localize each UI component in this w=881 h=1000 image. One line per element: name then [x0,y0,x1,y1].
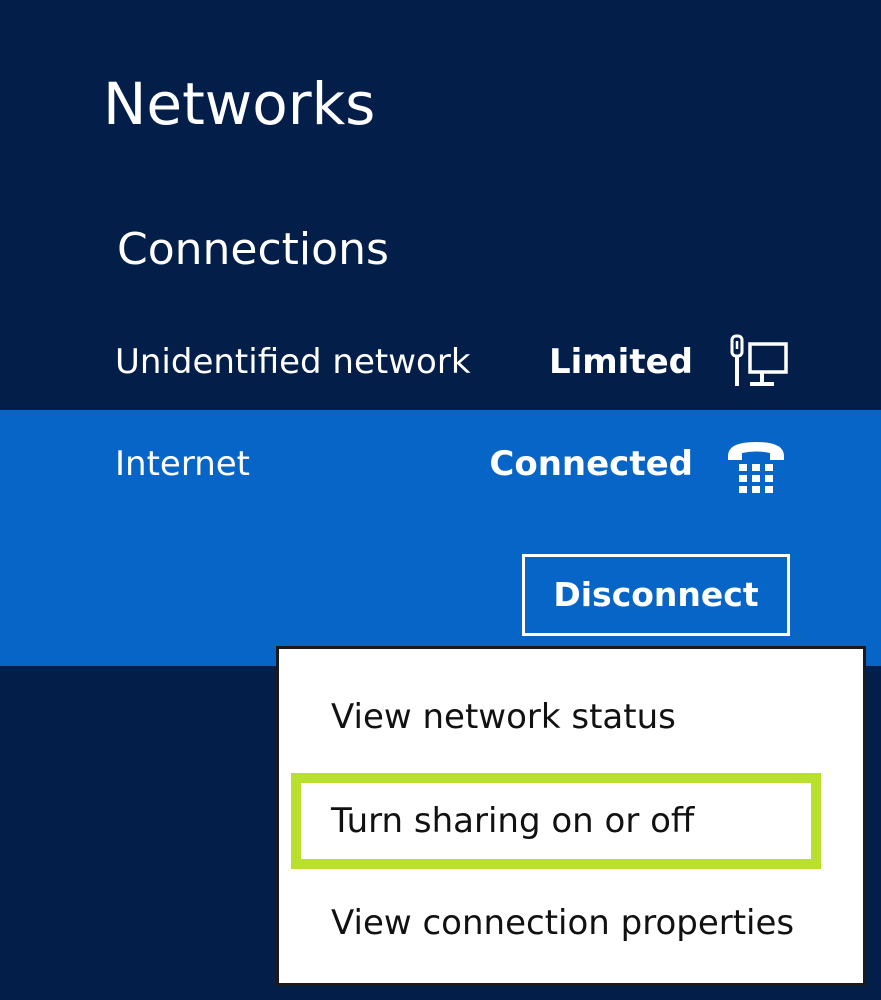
connection-row-unidentified-network[interactable]: Unidentified network Limited [0,324,881,408]
menu-item-label: View network status [331,697,676,737]
connection-name: Unidentified network [115,342,471,382]
connection-status: Limited [548,342,693,382]
connection-name: Internet [115,444,251,484]
menu-item-view-network-status[interactable]: View network status [279,669,863,765]
networks-panel: Networks Connections Unidentified networ… [0,0,881,1000]
page-title: Networks [103,70,376,138]
menu-item-label: Turn sharing on or off [331,801,695,841]
context-menu: View network status Turn sharing on or o… [276,646,866,986]
menu-item-turn-sharing-on-or-off[interactable]: Turn sharing on or off [279,773,863,869]
menu-item-view-connection-properties[interactable]: View connection properties [279,875,863,971]
connection-row-internet[interactable]: Internet Connected Disconnect [0,410,881,666]
disconnect-button[interactable]: Disconnect [522,554,790,636]
dialup-telephone-icon [722,436,790,496]
section-title-connections: Connections [117,224,389,275]
menu-item-label: View connection properties [331,903,795,943]
ethernet-network-icon [722,332,790,392]
connection-status: Connected [489,444,693,484]
